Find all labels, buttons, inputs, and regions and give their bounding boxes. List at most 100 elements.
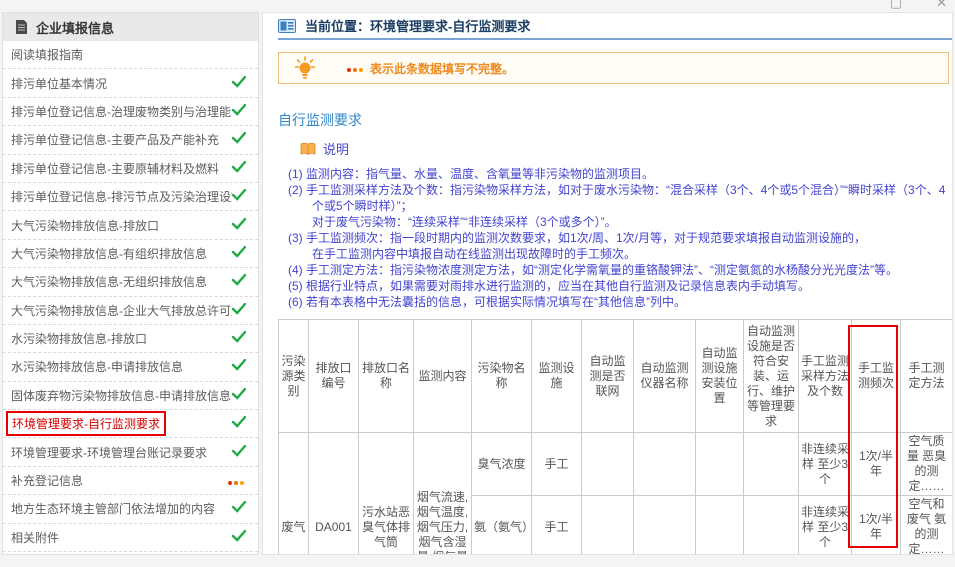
sidebar-title: 企业填报信息 bbox=[36, 20, 115, 36]
sidebar-item-8[interactable]: 大气污染物排放信息-有组织排放信息 bbox=[3, 240, 258, 269]
check-icon bbox=[231, 132, 247, 145]
check-icon bbox=[231, 501, 247, 514]
sidebar-item-label: 排污单位登记信息-治理废物类别与治理能力 bbox=[11, 104, 232, 119]
newspaper-icon bbox=[278, 18, 296, 33]
instruction-line: (6) 若有本表格中无法囊括的信息，可根据实际情况填写在“其他信息”列中。 bbox=[288, 295, 686, 309]
cell-auto_location bbox=[695, 432, 744, 496]
lightbulb-icon bbox=[294, 55, 316, 79]
column-header-13: 手工测定方法 bbox=[900, 319, 952, 433]
sidebar-item-17[interactable]: 地方生态环境主管部门依法增加的内容 bbox=[3, 495, 258, 524]
cell-auto_compliant bbox=[743, 495, 799, 554]
sidebar-item-18[interactable]: 相关附件 bbox=[3, 524, 258, 553]
sidebar-item-13[interactable]: 固体废弃物污染物排放信息-申请排放信息 bbox=[3, 382, 258, 411]
sidebar-item-9[interactable]: 大气污染物排放信息-无组织排放信息 bbox=[3, 268, 258, 297]
column-header-6: 监测设施 bbox=[531, 319, 582, 433]
sidebar-item-label: 大气污染物排放信息-企业大气排放总许可量 bbox=[11, 303, 232, 318]
status-badge bbox=[231, 416, 247, 431]
cell-pollutant: 臭气浓度 bbox=[471, 432, 532, 496]
window-controls: ▢ ✕ bbox=[890, 0, 947, 11]
sidebar-item-15[interactable]: 环境管理要求-环境管理台账记录要求 bbox=[3, 438, 258, 467]
column-header-2: 排放口编号 bbox=[308, 319, 359, 433]
cell-sampling: 非连续采样 至少3个 bbox=[798, 432, 852, 496]
cell-pollutant: 氨（氨气） bbox=[471, 495, 534, 554]
check-icon bbox=[231, 217, 247, 230]
check-icon bbox=[231, 416, 247, 429]
sidebar-item-3[interactable]: 排污单位登记信息-治理废物类别与治理能力 bbox=[3, 98, 258, 127]
sidebar-item-11[interactable]: 水污染物排放信息-排放口 bbox=[3, 325, 258, 354]
sidebar-item-label: 地方生态环境主管部门依法增加的内容 bbox=[11, 502, 216, 517]
status-badge bbox=[231, 188, 247, 204]
sidebar-item-1[interactable]: 阅读填报指南 bbox=[3, 41, 258, 70]
sidebar-item-2[interactable]: 排污单位基本情况 bbox=[3, 69, 258, 98]
sidebar-item-label: 大气污染物排放信息-有组织排放信息 bbox=[11, 246, 207, 261]
check-icon bbox=[231, 529, 247, 542]
table-header-row: 污染源类别 排放口编号 排放口名称 监测内容 污染物名称 监测设施 自动监测是否联网 自动监测… bbox=[278, 319, 952, 433]
check-icon bbox=[231, 444, 247, 457]
status-badge bbox=[231, 444, 247, 460]
notice-message: 表示此条数据填写不完整。 bbox=[347, 60, 514, 77]
section-title: 自行监测要求 bbox=[278, 112, 362, 128]
sidebar-item-label: 相关附件 bbox=[11, 530, 60, 545]
sidebar-item-label: 排污单位登记信息-排污节点及污染治理设施 bbox=[11, 190, 232, 205]
incomplete-dots-icon bbox=[228, 474, 246, 488]
status-badge bbox=[231, 359, 247, 374]
cell-sampling: 非连续采样 至少3个 bbox=[798, 495, 852, 554]
check-icon bbox=[231, 103, 247, 116]
table-row-1: 废气DA001污水站恶臭气体排气筒烟气流速,烟气温度,烟气压力,烟气含湿量,烟气… bbox=[278, 432, 952, 554]
status-badge bbox=[231, 217, 247, 233]
sidebar-item-10[interactable]: 大气污染物排放信息-企业大气排放总许可量 bbox=[3, 297, 258, 325]
status-badge bbox=[231, 132, 247, 147]
column-header-1: 污染源类别 bbox=[278, 319, 309, 433]
instructions-list: (1) 监测内容：指气量、水量、温度、含氧量等非污染物的监测项目。 (2) 手工监… bbox=[288, 166, 952, 310]
sidebar-item-12[interactable]: 水污染物排放信息-申请排放信息 bbox=[3, 353, 258, 382]
sidebar-item-16[interactable]: 补充登记信息 bbox=[3, 467, 258, 496]
cell-outlet_no: DA001 bbox=[308, 432, 359, 554]
cell-facility: 手工 bbox=[531, 432, 582, 496]
cell-outlet_name: 污水站恶臭气体排气筒 bbox=[358, 432, 414, 554]
cell-auto_connected bbox=[581, 432, 634, 496]
instruction-line: (3) 手工监测频次：指一段时期内的监测次数要求，如1次/周、1次/月等，对于规… bbox=[288, 231, 867, 261]
status-badge bbox=[231, 103, 247, 119]
sidebar-item-label: 环境管理要求-自行监测要求 bbox=[6, 411, 166, 437]
status-badge bbox=[228, 474, 246, 488]
status-badge bbox=[231, 274, 247, 289]
sidebar-header: 企业填报信息 bbox=[3, 13, 258, 41]
sidebar-item-14[interactable]: 环境管理要求-自行监测要求 bbox=[3, 410, 258, 439]
cell-frequency: 1次/半年 bbox=[851, 432, 901, 496]
cell-frequency: 1次/半年 bbox=[851, 495, 901, 554]
cell-auto_compliant bbox=[743, 432, 799, 496]
sidebar-item-label: 排污单位基本情况 bbox=[11, 76, 108, 91]
incomplete-dots-icon bbox=[347, 61, 365, 75]
close-icon[interactable]: ✕ bbox=[936, 0, 947, 11]
check-icon bbox=[231, 188, 247, 201]
sidebar-item-4[interactable]: 排污单位登记信息-主要产品及产能补充 bbox=[3, 126, 258, 155]
check-icon bbox=[231, 75, 247, 88]
note-row: 说明 bbox=[300, 139, 952, 158]
cell-auto_location bbox=[695, 495, 744, 554]
breadcrumb: 当前位置：环境管理要求-自行监测要求 bbox=[278, 13, 952, 40]
sidebar-item-label: 水污染物排放信息-排放口 bbox=[11, 332, 147, 347]
column-header-3: 排放口名称 bbox=[358, 319, 414, 433]
cell-auto_connected bbox=[581, 495, 634, 554]
sidebar-item-5[interactable]: 排污单位登记信息-主要原辅材料及燃料 bbox=[3, 155, 258, 183]
cell-method: 空气和废气 氨的测定…… bbox=[900, 495, 952, 554]
status-badge bbox=[231, 330, 247, 346]
note-label: 说明 bbox=[323, 142, 350, 157]
sidebar-item-7[interactable]: 大气污染物排放信息-排放口 bbox=[3, 211, 258, 240]
notice-banner: 表示此条数据填写不完整。 bbox=[278, 52, 949, 84]
instruction-line: (2) 手工监测采样方法及个数：指污染物采样方法，如对于废水污染物：“混合采样（… bbox=[288, 183, 946, 229]
open-book-icon bbox=[300, 142, 316, 155]
cell-auto_instrument bbox=[633, 495, 696, 554]
sidebar-list: 阅读填报指南 排污单位基本情况 排污单位登记信息-治理废物类别与治理能力 排污单位登记… bbox=[3, 41, 258, 553]
document-icon bbox=[16, 20, 27, 34]
status-badge bbox=[231, 245, 247, 261]
check-icon bbox=[231, 330, 247, 343]
instruction-line: (5) 根据行业特点，如果需要对雨排水进行监测的，应当在其他自行监测及记录信息表… bbox=[288, 279, 811, 293]
column-header-9: 自动监测设施安装位置 bbox=[695, 319, 744, 433]
sidebar-item-label: 阅读填报指南 bbox=[11, 48, 84, 63]
current-location-text: 当前位置：环境管理要求-自行监测要求 bbox=[305, 19, 531, 34]
status-badge bbox=[231, 501, 247, 516]
maximize-icon[interactable]: ▢ bbox=[890, 0, 902, 11]
instruction-line: (1) 监测内容：指气量、水量、温度、含氧量等非污染物的监测项目。 bbox=[288, 167, 655, 181]
sidebar-item-6[interactable]: 排污单位登记信息-排污节点及污染治理设施 bbox=[3, 183, 258, 212]
